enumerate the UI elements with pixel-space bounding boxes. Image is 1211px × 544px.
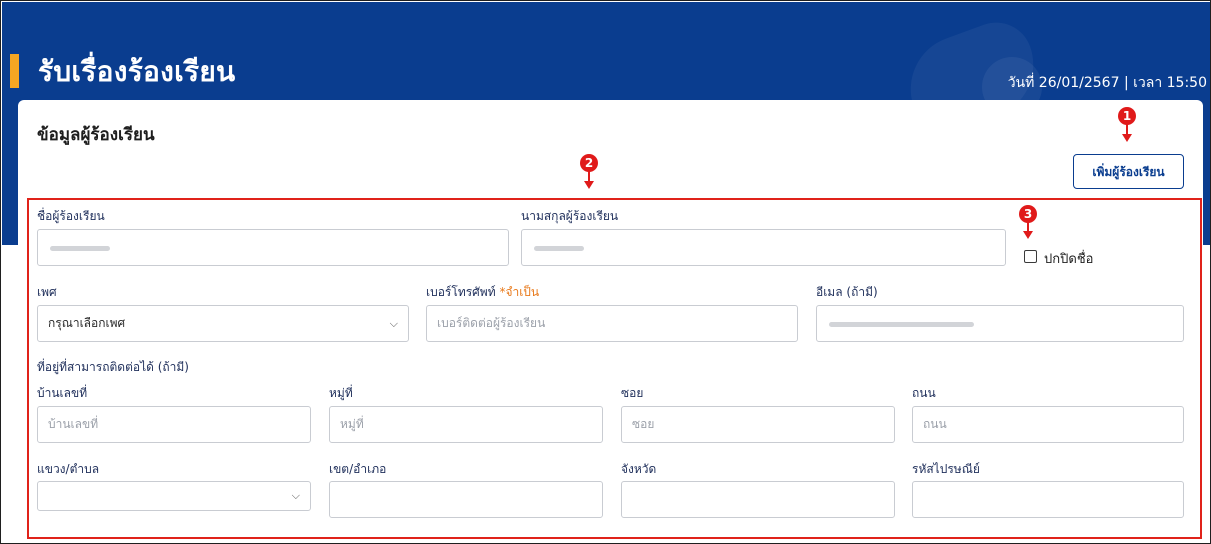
gender-label: เพศ (37, 285, 57, 299)
annotation-arrowhead-2 (584, 181, 594, 189)
subdistrict-select[interactable]: ⌵ (37, 481, 311, 511)
first-name-input[interactable] (37, 229, 509, 266)
blurred-value (534, 246, 584, 251)
province-input[interactable] (621, 481, 895, 518)
gender-select[interactable]: กรุณาเลือกเพศ ⌵ (37, 305, 409, 342)
postcode-label: รหัสไปรษณีย์ (912, 462, 980, 476)
moo-input[interactable]: หมู่ที่ (329, 406, 603, 443)
add-complainant-button[interactable]: เพิ่มผู้ร้องเรียน (1073, 154, 1184, 189)
blurred-value (50, 246, 110, 251)
phone-input[interactable]: เบอร์ติดต่อผู้ร้องเรียน (426, 305, 798, 342)
app-window: รับเรื่องร้องเรียน วันที่ 26/01/2567 | เ… (0, 0, 1211, 544)
first-name-label: ชื่อผู้ร้องเรียน (37, 209, 105, 223)
email-label: อีเมล (ถ้ามี) (816, 285, 878, 299)
annotation-arrowhead-1 (1122, 134, 1132, 142)
title-accent-bar (10, 54, 19, 88)
email-input[interactable] (816, 305, 1184, 342)
phone-label: เบอร์โทรศัพท์ *จำเป็น (426, 283, 539, 302)
soi-input[interactable]: ซอย (621, 406, 895, 443)
blurred-value (829, 322, 974, 327)
annotation-marker-2: 2 (580, 154, 598, 172)
gender-selected-value: กรุณาเลือกเพศ (48, 316, 126, 330)
chevron-down-icon: ⌵ (291, 489, 300, 502)
postcode-input[interactable] (912, 481, 1184, 518)
section-title: ข้อมูลผู้ร้องเรียน (37, 125, 155, 145)
page-title: รับเรื่องร้องเรียน (38, 55, 236, 88)
district-input[interactable] (329, 481, 603, 518)
hide-name-label: ปกปิดชื่อ (1044, 252, 1094, 267)
date-time-display: วันที่ 26/01/2567 | เวลา 15:50 (1007, 75, 1207, 91)
required-indicator: *จำเป็น (499, 285, 540, 299)
annotation-marker-3: 3 (1019, 205, 1037, 223)
moo-label: หมู่ที่ (329, 386, 353, 400)
address-heading: ที่อยู่ที่สามารถติดต่อได้ (ถ้ามี) (37, 360, 189, 374)
house-no-label: บ้านเลขที่ (37, 386, 88, 400)
annotation-marker-1: 1 (1118, 107, 1136, 125)
house-no-input[interactable]: บ้านเลขที่ (37, 406, 311, 443)
subdistrict-label: แขวง/ตำบล (37, 462, 100, 476)
last-name-label: นามสกุลผู้ร้องเรียน (521, 209, 619, 223)
road-input[interactable]: ถนน (912, 406, 1184, 443)
district-label: เขต/อำเภอ (329, 462, 387, 476)
annotation-arrowhead-3 (1023, 231, 1033, 239)
province-label: จังหวัด (621, 462, 657, 476)
road-label: ถนน (912, 386, 936, 400)
hide-name-checkbox[interactable] (1024, 250, 1037, 263)
chevron-down-icon: ⌵ (389, 317, 398, 330)
last-name-input[interactable] (521, 229, 1006, 266)
soi-label: ซอย (621, 386, 644, 400)
phone-label-text: เบอร์โทรศัพท์ (426, 285, 496, 299)
